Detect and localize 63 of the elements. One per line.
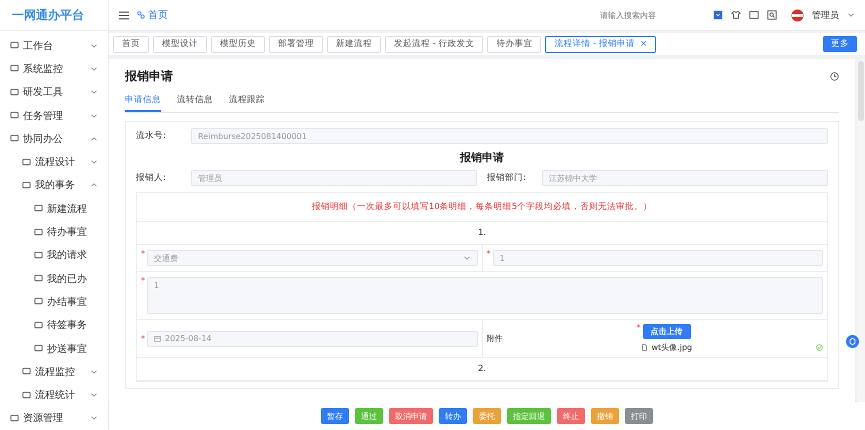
floating-action-icon[interactable] xyxy=(846,335,859,348)
page-tab[interactable]: 流程详情 - 报销申请 × xyxy=(545,36,656,52)
sidebar-item[interactable]: 流程设计 xyxy=(0,150,108,174)
sidebar-item[interactable]: 研发工具 xyxy=(0,80,108,104)
section-tab[interactable]: 流转信息 xyxy=(177,91,213,112)
page-tab[interactable]: 首页 xyxy=(113,36,149,52)
app-title: 一网通办平台 xyxy=(0,0,108,31)
avatar-icon[interactable] xyxy=(791,8,804,22)
sidebar-item[interactable]: 工作台 xyxy=(0,34,108,58)
page-tab[interactable]: 待办事宜 xyxy=(487,36,542,52)
page-tab[interactable]: 模型设计 xyxy=(153,36,207,52)
clock-icon[interactable] xyxy=(830,72,839,81)
sidebar-item[interactable]: 我的事务 xyxy=(0,174,108,198)
sidebar-item[interactable]: 抄送事宜 xyxy=(0,336,108,360)
sidebar-item[interactable]: 我的已办 xyxy=(0,266,108,290)
sidebar-item[interactable]: 我的请求 xyxy=(0,244,108,267)
user-name[interactable]: 管理员 xyxy=(812,8,839,22)
calendar-icon xyxy=(154,335,161,342)
search-icon[interactable] xyxy=(767,10,777,20)
chevron-down-icon[interactable] xyxy=(847,11,855,19)
sidebar-item[interactable]: 流程监控 xyxy=(0,360,108,384)
more-button[interactable]: 更多 xyxy=(823,36,857,52)
sidebar-item[interactable]: 办结事宜 xyxy=(0,290,108,314)
fullscreen-icon[interactable] xyxy=(749,10,759,20)
page-title: 报销申请 xyxy=(125,68,173,85)
required-mark: * xyxy=(141,250,145,258)
page-tab[interactable]: 部署管理 xyxy=(269,36,323,52)
required-mark: * xyxy=(141,334,145,342)
link-icon xyxy=(137,11,145,19)
page-tab[interactable]: 发起流程 - 行政发文 xyxy=(385,36,484,52)
sidebar-item[interactable]: 流程统计 xyxy=(0,383,108,407)
field-label: 流水号: xyxy=(136,130,167,142)
sidebar-item[interactable]: 资源管理 xyxy=(0,406,108,430)
upload-button[interactable]: 点击上传 xyxy=(642,324,690,339)
page-tab[interactable]: 新建流程 xyxy=(327,36,381,52)
sidebar-item[interactable]: 待签事务 xyxy=(0,314,108,337)
section-tab[interactable]: 申请信息 xyxy=(125,91,161,112)
page-tab[interactable]: 模型历史 xyxy=(211,36,265,52)
file-name[interactable]: wt头像.jpg xyxy=(652,342,692,353)
attachment-label: 附件 xyxy=(486,333,504,344)
sidebar-item[interactable]: 新建流程 xyxy=(0,197,108,220)
sidebar-item[interactable]: 任务管理 xyxy=(0,104,108,128)
field-label: 报销人: xyxy=(136,172,167,184)
entry-number: 2. xyxy=(137,358,827,381)
entry-number: 1. xyxy=(137,222,827,245)
required-mark: * xyxy=(141,277,145,285)
section-tab[interactable]: 流程跟踪 xyxy=(229,91,265,112)
action-button[interactable]: 转办 xyxy=(439,408,467,424)
square-icon[interactable] xyxy=(713,10,723,20)
sidebar-item[interactable]: 系统监控 xyxy=(0,57,108,81)
shirt-icon[interactable] xyxy=(731,10,741,20)
file-icon xyxy=(640,344,648,351)
required-mark: * xyxy=(636,324,640,332)
scrollbar-thumb[interactable] xyxy=(858,61,864,121)
form-heading: 报销申请 xyxy=(458,150,505,166)
sidebar-item[interactable]: 协同办公 xyxy=(0,127,108,150)
breadcrumb-link[interactable]: 首页 xyxy=(137,8,168,22)
chevron-down-icon xyxy=(462,254,470,262)
field-label: 报销部门: xyxy=(487,172,527,184)
notice-text: 报销明细（一次最多可以填写10条明细，每条明细5个字段均必填，否则无法审批。） xyxy=(137,193,827,222)
action-button[interactable]: 暂存 xyxy=(321,408,349,424)
required-mark: * xyxy=(486,250,490,258)
sidebar-item[interactable]: 待办事宜 xyxy=(0,220,108,244)
